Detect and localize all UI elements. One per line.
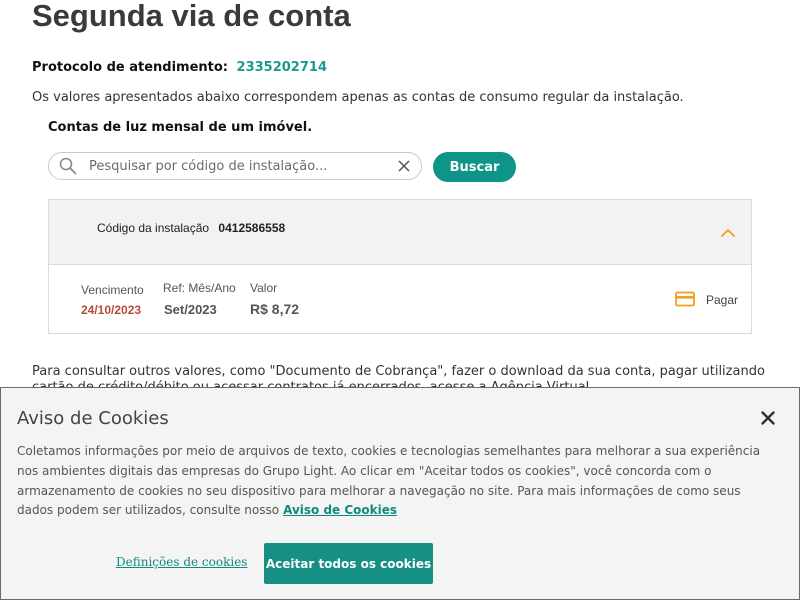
amount-value: R$ 8,72 (250, 301, 300, 317)
search-box (48, 152, 422, 180)
close-icon[interactable] (397, 159, 411, 173)
credit-card-icon (675, 291, 695, 307)
cookie-policy-link[interactable]: Aviso de Cookies (283, 503, 397, 517)
page-title: Segunda via de conta (32, 0, 351, 33)
installation-info: Código da instalação 0412586558 (97, 221, 285, 235)
cookie-title: Aviso de Cookies (17, 408, 169, 429)
cookie-text: Coletamos informações por meio de arquiv… (17, 442, 777, 521)
reference-value: Set/2023 (164, 302, 217, 317)
protocol-number: 2335202714 (236, 60, 327, 75)
section-title: Contas de luz mensal de um imóvel. (48, 120, 313, 135)
close-icon[interactable] (761, 411, 775, 425)
search-input[interactable] (89, 157, 379, 175)
due-label: Vencimento (81, 283, 144, 297)
bill-card-header[interactable]: Código da instalação 0412586558 (49, 200, 751, 265)
accept-cookies-button[interactable]: Aceitar todos os cookies (264, 543, 433, 584)
cookie-banner: Aviso de Cookies Coletamos informações p… (0, 387, 800, 600)
installation-label: Código da instalação (97, 221, 210, 235)
due-date: 24/10/2023 (81, 303, 142, 317)
search-icon (59, 157, 77, 175)
pay-button[interactable]: Pagar (675, 290, 745, 312)
bill-card: Código da instalação 0412586558 Vencimen… (48, 199, 752, 334)
installation-code: 0412586558 (218, 221, 286, 235)
cookie-settings-link[interactable]: Definições de cookies (116, 555, 247, 569)
search-button[interactable]: Buscar (433, 152, 516, 182)
protocol-row: Protocolo de atendimento: 2335202714 (32, 60, 327, 75)
chevron-up-icon[interactable] (720, 228, 736, 238)
amount-label: Valor (250, 281, 278, 295)
pay-label: Pagar (706, 293, 739, 307)
protocol-label: Protocolo de atendimento: (32, 60, 228, 75)
info-text: Os valores apresentados abaixo correspon… (32, 90, 684, 105)
reference-label: Ref: Mês/Ano (163, 281, 236, 295)
